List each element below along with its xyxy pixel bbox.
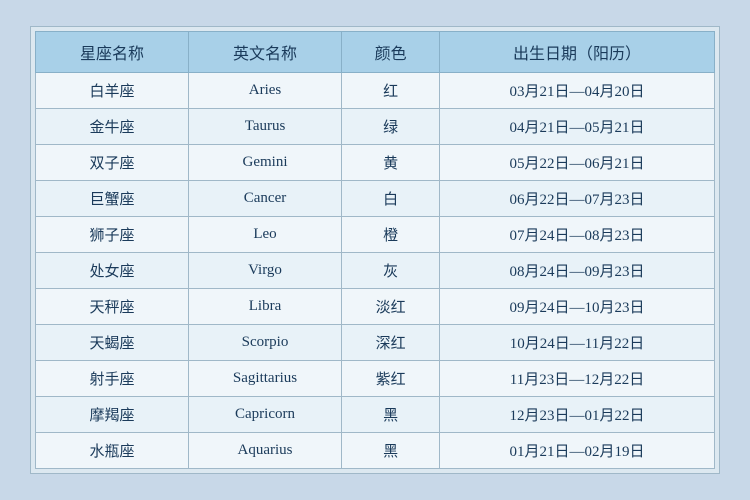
table-row: 天蝎座Scorpio深红10月24日—11月22日 bbox=[36, 325, 715, 361]
cell-color: 红 bbox=[342, 73, 440, 109]
cell-color: 黑 bbox=[342, 397, 440, 433]
cell-english-name: Leo bbox=[188, 217, 341, 253]
cell-date-range: 04月21日—05月21日 bbox=[440, 109, 715, 145]
cell-chinese-name: 双子座 bbox=[36, 145, 189, 181]
cell-chinese-name: 水瓶座 bbox=[36, 433, 189, 469]
table-header-row: 星座名称 英文名称 颜色 出生日期（阳历） bbox=[36, 32, 715, 73]
table-row: 水瓶座Aquarius黑01月21日—02月19日 bbox=[36, 433, 715, 469]
cell-english-name: Virgo bbox=[188, 253, 341, 289]
cell-color: 黑 bbox=[342, 433, 440, 469]
cell-date-range: 03月21日—04月20日 bbox=[440, 73, 715, 109]
cell-english-name: Scorpio bbox=[188, 325, 341, 361]
cell-english-name: Cancer bbox=[188, 181, 341, 217]
cell-chinese-name: 金牛座 bbox=[36, 109, 189, 145]
cell-color: 灰 bbox=[342, 253, 440, 289]
col-header-date: 出生日期（阳历） bbox=[440, 32, 715, 73]
cell-chinese-name: 射手座 bbox=[36, 361, 189, 397]
cell-chinese-name: 巨蟹座 bbox=[36, 181, 189, 217]
cell-chinese-name: 狮子座 bbox=[36, 217, 189, 253]
cell-english-name: Libra bbox=[188, 289, 341, 325]
zodiac-table-container: 星座名称 英文名称 颜色 出生日期（阳历） 白羊座Aries红03月21日—04… bbox=[30, 26, 720, 474]
cell-date-range: 10月24日—11月22日 bbox=[440, 325, 715, 361]
cell-chinese-name: 天蝎座 bbox=[36, 325, 189, 361]
cell-date-range: 11月23日—12月22日 bbox=[440, 361, 715, 397]
table-row: 狮子座Leo橙07月24日—08月23日 bbox=[36, 217, 715, 253]
col-header-color: 颜色 bbox=[342, 32, 440, 73]
table-row: 巨蟹座Cancer白06月22日—07月23日 bbox=[36, 181, 715, 217]
cell-color: 白 bbox=[342, 181, 440, 217]
table-row: 天秤座Libra淡红09月24日—10月23日 bbox=[36, 289, 715, 325]
cell-date-range: 06月22日—07月23日 bbox=[440, 181, 715, 217]
cell-chinese-name: 白羊座 bbox=[36, 73, 189, 109]
col-header-chinese: 星座名称 bbox=[36, 32, 189, 73]
cell-color: 淡红 bbox=[342, 289, 440, 325]
cell-date-range: 05月22日—06月21日 bbox=[440, 145, 715, 181]
table-row: 射手座Sagittarius紫红11月23日—12月22日 bbox=[36, 361, 715, 397]
cell-english-name: Gemini bbox=[188, 145, 341, 181]
zodiac-table: 星座名称 英文名称 颜色 出生日期（阳历） 白羊座Aries红03月21日—04… bbox=[35, 31, 715, 469]
cell-color: 黄 bbox=[342, 145, 440, 181]
table-row: 白羊座Aries红03月21日—04月20日 bbox=[36, 73, 715, 109]
cell-chinese-name: 处女座 bbox=[36, 253, 189, 289]
cell-date-range: 01月21日—02月19日 bbox=[440, 433, 715, 469]
table-row: 处女座Virgo灰08月24日—09月23日 bbox=[36, 253, 715, 289]
cell-english-name: Capricorn bbox=[188, 397, 341, 433]
table-row: 双子座Gemini黄05月22日—06月21日 bbox=[36, 145, 715, 181]
cell-chinese-name: 摩羯座 bbox=[36, 397, 189, 433]
cell-chinese-name: 天秤座 bbox=[36, 289, 189, 325]
cell-color: 深红 bbox=[342, 325, 440, 361]
cell-date-range: 07月24日—08月23日 bbox=[440, 217, 715, 253]
cell-english-name: Aquarius bbox=[188, 433, 341, 469]
cell-date-range: 12月23日—01月22日 bbox=[440, 397, 715, 433]
cell-color: 紫红 bbox=[342, 361, 440, 397]
cell-color: 绿 bbox=[342, 109, 440, 145]
cell-english-name: Aries bbox=[188, 73, 341, 109]
cell-english-name: Taurus bbox=[188, 109, 341, 145]
col-header-english: 英文名称 bbox=[188, 32, 341, 73]
table-row: 摩羯座Capricorn黑12月23日—01月22日 bbox=[36, 397, 715, 433]
cell-english-name: Sagittarius bbox=[188, 361, 341, 397]
cell-date-range: 08月24日—09月23日 bbox=[440, 253, 715, 289]
cell-date-range: 09月24日—10月23日 bbox=[440, 289, 715, 325]
cell-color: 橙 bbox=[342, 217, 440, 253]
table-row: 金牛座Taurus绿04月21日—05月21日 bbox=[36, 109, 715, 145]
